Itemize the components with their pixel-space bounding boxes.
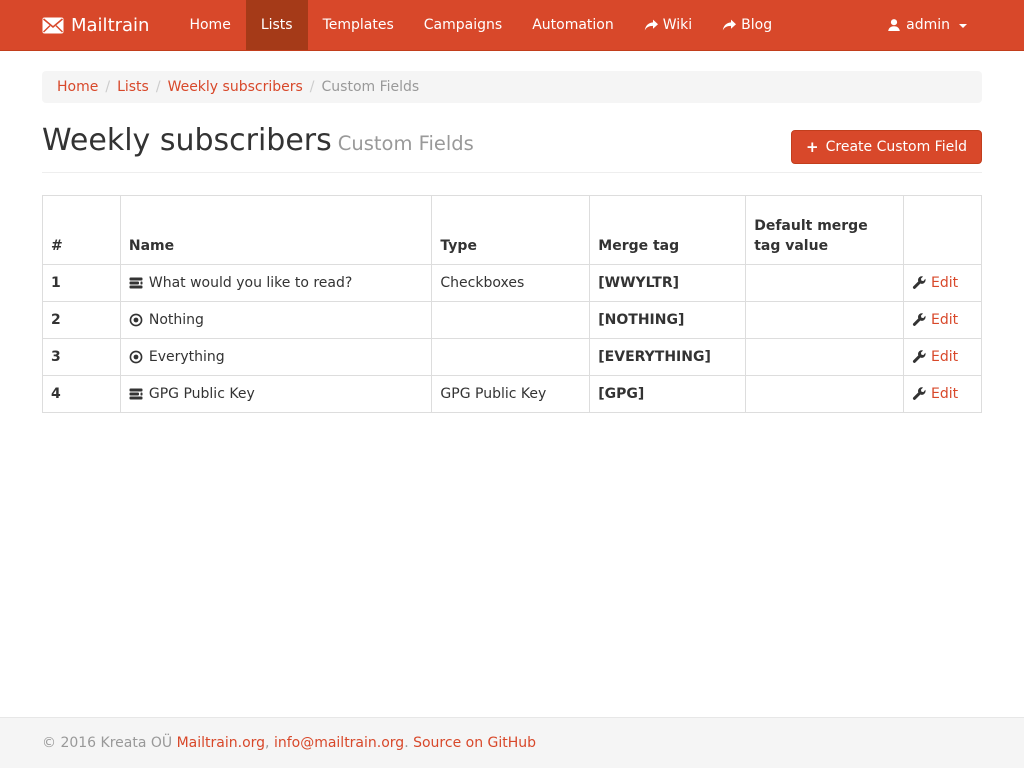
main-nav: Home Lists Templates Campaigns Automatio… xyxy=(174,0,787,50)
share-icon xyxy=(722,19,736,32)
custom-fields-table: # Name Type Merge tag Default merge tag … xyxy=(42,195,982,413)
field-type xyxy=(432,339,590,376)
merge-tag: [NOTHING] xyxy=(590,302,746,339)
header-default-merge-tag-value: Default merge tag value xyxy=(746,196,904,265)
edit-link[interactable]: Edit xyxy=(931,384,958,404)
default-merge-tag-value xyxy=(746,339,904,376)
record-icon xyxy=(129,350,143,364)
table-row: 4 GPG Public Key GPG Public Key [GPG] xyxy=(43,376,982,413)
breadcrumb-weekly-subscribers[interactable]: Weekly subscribers xyxy=(168,79,303,95)
nav-item-home[interactable]: Home xyxy=(174,0,245,50)
row-number: 4 xyxy=(43,376,121,413)
nav-label: Campaigns xyxy=(424,17,502,33)
user-icon xyxy=(887,18,901,32)
field-type: GPG Public Key xyxy=(432,376,590,413)
nav-label: Blog xyxy=(741,17,772,33)
breadcrumb: Home / Lists / Weekly subscribers / Cust… xyxy=(42,71,982,103)
field-name: GPG Public Key xyxy=(149,384,255,404)
field-type xyxy=(432,302,590,339)
page-title: Weekly subscribers Custom Fields xyxy=(42,123,474,158)
merge-tag: [EVERYTHING] xyxy=(590,339,746,376)
merge-tag: [GPG] xyxy=(590,376,746,413)
row-number: 1 xyxy=(43,265,121,302)
header-divider xyxy=(42,172,982,173)
nav-item-campaigns[interactable]: Campaigns xyxy=(409,0,517,50)
page-title-text: Weekly subscribers xyxy=(42,123,332,158)
row-number: 2 xyxy=(43,302,121,339)
caret-down-icon xyxy=(959,24,967,28)
table-header-row: # Name Type Merge tag Default merge tag … xyxy=(43,196,982,265)
table-row: 2 Nothing [NOTHING] xyxy=(43,302,982,339)
field-name: Everything xyxy=(149,347,225,367)
field-type: Checkboxes xyxy=(432,265,590,302)
edit-link[interactable]: Edit xyxy=(931,347,958,367)
copyright-text: © 2016 Kreata OÜ xyxy=(42,735,172,751)
envelope-icon xyxy=(42,17,64,34)
edit-link[interactable]: Edit xyxy=(931,273,958,293)
table-row: 1 What would you like to read? Checkboxe… xyxy=(43,265,982,302)
page-subtitle: Custom Fields xyxy=(338,132,474,155)
nav-label: Templates xyxy=(323,17,394,33)
mailtrain-org-link[interactable]: Mailtrain.org xyxy=(177,735,265,751)
breadcrumb-home[interactable]: Home xyxy=(57,79,98,95)
top-navbar: Mailtrain Home Lists Templates Campaigns… xyxy=(0,0,1024,51)
default-merge-tag-value xyxy=(746,265,904,302)
breadcrumb-current: Custom Fields xyxy=(322,79,420,95)
nav-label: Lists xyxy=(261,17,293,33)
header-merge-tag: Merge tag xyxy=(590,196,746,265)
footer-separator: . xyxy=(404,735,413,751)
breadcrumb-lists[interactable]: Lists xyxy=(117,79,149,95)
breadcrumb-separator: / xyxy=(149,79,168,95)
page-footer: © 2016 Kreata OÜ Mailtrain.org, info@mai… xyxy=(0,717,1024,768)
nav-item-automation[interactable]: Automation xyxy=(517,0,629,50)
merge-tag: [WWYLTR] xyxy=(590,265,746,302)
user-menu[interactable]: admin xyxy=(872,0,982,50)
record-icon xyxy=(129,313,143,327)
list-icon xyxy=(129,387,143,401)
create-custom-field-button[interactable]: + Create Custom Field xyxy=(791,130,982,164)
wrench-icon xyxy=(912,350,926,364)
nav-label: Home xyxy=(189,17,230,33)
create-custom-field-label: Create Custom Field xyxy=(826,139,967,155)
github-source-link[interactable]: Source on GitHub xyxy=(413,735,536,751)
row-number: 3 xyxy=(43,339,121,376)
nav-item-wiki[interactable]: Wiki xyxy=(629,0,707,50)
nav-label: Wiki xyxy=(663,17,692,33)
brand-label: Mailtrain xyxy=(71,15,149,36)
nav-item-lists[interactable]: Lists xyxy=(246,0,308,50)
default-merge-tag-value xyxy=(746,376,904,413)
nav-item-blog[interactable]: Blog xyxy=(707,0,787,50)
email-link[interactable]: info@mailtrain.org xyxy=(274,735,404,751)
nav-item-templates[interactable]: Templates xyxy=(308,0,409,50)
user-label: admin xyxy=(906,17,950,33)
wrench-icon xyxy=(912,313,926,327)
wrench-icon xyxy=(912,387,926,401)
wrench-icon xyxy=(912,276,926,290)
breadcrumb-separator: / xyxy=(98,79,117,95)
default-merge-tag-value xyxy=(746,302,904,339)
table-row: 3 Everything [EVERYTHING] xyxy=(43,339,982,376)
footer-separator: , xyxy=(265,735,274,751)
brand-link[interactable]: Mailtrain xyxy=(42,0,164,50)
header-name: Name xyxy=(120,196,432,265)
share-icon xyxy=(644,19,658,32)
header-num: # xyxy=(43,196,121,265)
field-name: Nothing xyxy=(149,310,204,330)
plus-icon: + xyxy=(806,140,819,155)
list-icon xyxy=(129,276,143,290)
nav-label: Automation xyxy=(532,17,614,33)
edit-link[interactable]: Edit xyxy=(931,310,958,330)
field-name: What would you like to read? xyxy=(149,273,352,293)
header-type: Type xyxy=(432,196,590,265)
header-actions xyxy=(904,196,982,265)
breadcrumb-separator: / xyxy=(303,79,322,95)
